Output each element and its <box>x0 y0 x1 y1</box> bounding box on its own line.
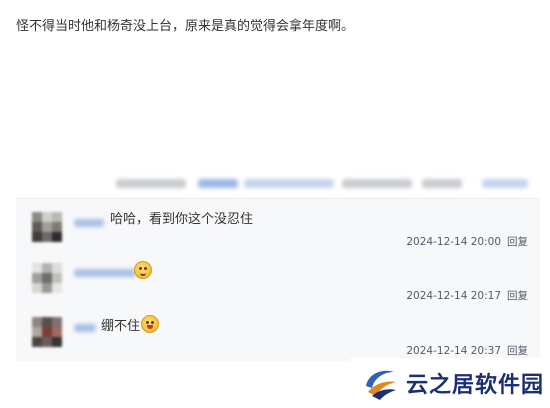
comment-timestamp: 2024-12-14 20:00 <box>406 236 501 248</box>
comment-meta: 2024-12-14 20:37 回复 <box>406 343 528 358</box>
blurred-meta-link[interactable] <box>244 179 334 188</box>
comment-meta: 2024-12-14 20:00 回复 <box>406 234 528 249</box>
post-text: 怪不得当时他和杨奇没上台，原来是真的觉得会拿年度啊。 <box>16 19 355 34</box>
blurred-meta-text <box>342 179 412 188</box>
page: 怪不得当时他和杨奇没上台，原来是真的觉得会拿年度啊。 哈哈，看到你这个没忍住 2… <box>0 0 550 408</box>
username-blurred[interactable] <box>74 219 104 227</box>
watermark-logo-icon <box>366 370 396 400</box>
blurred-meta-text <box>422 179 462 188</box>
blurred-meta-button[interactable] <box>482 179 528 188</box>
avatar[interactable] <box>32 317 62 347</box>
comment-item: 2024-12-14 20:17 回复 <box>16 261 540 315</box>
avatar[interactable] <box>32 212 62 242</box>
comment-timestamp: 2024-12-14 20:17 <box>406 290 501 302</box>
post-meta-bar-blurred <box>110 173 530 193</box>
watermark: 云之居软件园 <box>350 358 550 408</box>
comment-meta: 2024-12-14 20:17 回复 <box>406 288 528 303</box>
comment-timestamp: 2024-12-14 20:37 <box>406 345 501 357</box>
username-blurred[interactable] <box>74 269 136 277</box>
blurred-meta-link[interactable] <box>198 179 238 188</box>
comments-section: 哈哈，看到你这个没忍住 2024-12-14 20:00 回复 2024-12-… <box>16 198 540 361</box>
username-blurred[interactable] <box>74 324 96 332</box>
smile-emoji-icon <box>134 261 152 279</box>
reply-button[interactable]: 回复 <box>507 236 528 248</box>
comment-text: 哈哈，看到你这个没忍住 <box>110 212 254 227</box>
reply-button[interactable]: 回复 <box>507 290 528 302</box>
reply-button[interactable]: 回复 <box>507 345 528 357</box>
comment-text: 绷不住 <box>101 319 141 334</box>
laugh-emoji-icon <box>141 315 159 333</box>
avatar[interactable] <box>32 263 62 293</box>
watermark-text: 云之居软件园 <box>406 373 545 398</box>
comment-item: 哈哈，看到你这个没忍住 2024-12-14 20:00 回复 <box>16 209 540 263</box>
blurred-meta-text <box>116 179 186 188</box>
